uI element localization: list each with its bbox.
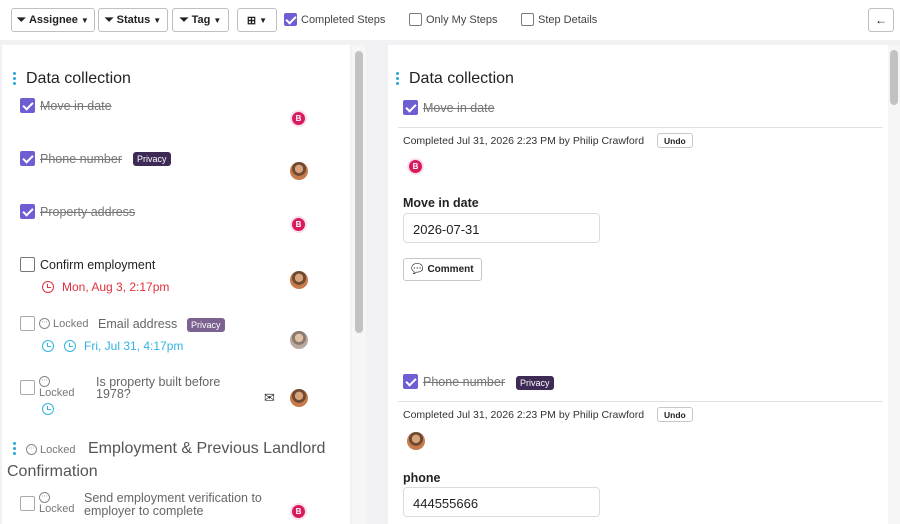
comment-label: Comment xyxy=(427,264,474,275)
alarm-clock-icon xyxy=(42,340,54,352)
divider xyxy=(398,401,883,402)
avatar xyxy=(290,389,308,407)
section-title: Data collection xyxy=(26,70,131,87)
step-checkbox-property-address[interactable] xyxy=(20,204,35,219)
only-my-steps-label[interactable]: Only My Steps xyxy=(426,14,498,26)
avatar: B xyxy=(407,158,424,175)
step-checkbox-send-verification[interactable] xyxy=(20,496,35,511)
lock-icon: ⋯ xyxy=(39,376,50,387)
step-label-email-address[interactable]: Email address xyxy=(98,317,177,331)
step-checkbox-phone-number[interactable] xyxy=(20,151,35,166)
lock-icon: ⋯ xyxy=(39,492,50,503)
step-list-panel: Data collection Move in date B Phone num… xyxy=(2,45,350,524)
step-checkbox-property-built-1978[interactable] xyxy=(20,380,35,395)
locked-label: Locked xyxy=(39,387,75,399)
section-title: Data collection xyxy=(409,70,514,87)
mail-gear-icon: ✉ xyxy=(264,390,275,405)
arrow-left-icon: ← xyxy=(875,13,887,27)
field-label-move-in-date: Move in date xyxy=(403,196,479,210)
only-my-steps-checkbox[interactable] xyxy=(409,13,422,26)
caret-down-icon: ▼ xyxy=(80,15,89,25)
left-scrollbar-thumb[interactable] xyxy=(355,51,363,333)
move-in-date-input[interactable]: 2026-07-31 xyxy=(403,213,600,243)
step-checkbox-email-address[interactable] xyxy=(20,316,35,331)
step-label-phone-number[interactable]: Phone number xyxy=(40,152,122,166)
step-label-move-in-date[interactable]: Move in date xyxy=(423,101,495,115)
status-filter-label: Status xyxy=(116,14,151,26)
comment-icon: 💬 xyxy=(411,264,424,275)
status-filter-button[interactable]: ⏷ Status ▼ xyxy=(98,8,168,32)
lock-icon: ⋯ xyxy=(26,444,37,455)
filter-toolbar: ⏷ Assignee ▼ ⏷ Status ▼ ⏷ Tag ▼ ⊞ ▼ Comp… xyxy=(0,0,900,40)
step-checkbox-move-in-date[interactable] xyxy=(403,100,418,115)
completed-steps-label[interactable]: Completed Steps xyxy=(301,14,385,26)
lock-icon: ⋯ xyxy=(39,318,50,329)
step-label-property-built-1978-line2[interactable]: 1978? xyxy=(96,387,131,401)
step-label-phone-number[interactable]: Phone number xyxy=(423,375,505,389)
group-title-line2: Confirmation xyxy=(7,463,98,480)
step-details-checkbox[interactable] xyxy=(521,13,534,26)
avatar xyxy=(290,331,308,349)
divider xyxy=(398,127,883,128)
privacy-badge: Privacy xyxy=(516,376,554,390)
filter-icon: ⏷ xyxy=(179,13,189,26)
completed-info: Completed Jul 31, 2026 2:23 PM by Philip… xyxy=(403,409,645,421)
drag-handle-icon[interactable] xyxy=(13,442,16,457)
avatar xyxy=(290,162,308,180)
right-scrollbar[interactable] xyxy=(888,45,900,524)
step-checkbox-move-in-date[interactable] xyxy=(20,98,35,113)
filter-icon: ⏷ xyxy=(104,13,114,26)
locked-label: Locked xyxy=(53,318,89,330)
tag-filter-label: Tag xyxy=(191,14,211,26)
phone-input[interactable]: 444555666 xyxy=(403,487,600,517)
completed-steps-checkbox[interactable] xyxy=(284,13,297,26)
locked-label: Locked xyxy=(39,503,75,515)
clock-icon xyxy=(64,340,76,352)
comment-button[interactable]: 💬 Comment xyxy=(403,258,482,281)
tag-filter-button[interactable]: ⏷ Tag ▼ xyxy=(172,8,229,32)
step-details-panel: Data collection Move in date Completed J… xyxy=(388,45,888,524)
field-label-phone: phone xyxy=(403,471,441,485)
clock-icon xyxy=(42,281,54,293)
filter-icon: ⏷ xyxy=(17,13,26,26)
assignee-filter-button[interactable]: ⏷ Assignee ▼ xyxy=(11,8,95,32)
workflow-page: ⏷ Assignee ▼ ⏷ Status ▼ ⏷ Tag ▼ ⊞ ▼ Comp… xyxy=(0,0,900,524)
avatar: B xyxy=(290,503,307,520)
step-label-send-verification-line2[interactable]: employer to complete xyxy=(84,504,204,518)
due-date: Fri, Jul 31, 4:17pm xyxy=(84,339,184,353)
avatar xyxy=(290,271,308,289)
due-date: Mon, Aug 3, 2:17pm xyxy=(62,280,170,294)
privacy-badge: Privacy xyxy=(187,318,225,332)
step-label-send-verification[interactable]: Send employment verification to xyxy=(84,491,262,505)
group-title: Employment & Previous Landlord xyxy=(88,440,326,457)
caret-down-icon: ▼ xyxy=(259,15,268,25)
drag-handle-icon[interactable] xyxy=(396,72,399,87)
step-checkbox-confirm-employment[interactable] xyxy=(20,257,35,272)
assignee-filter-label: Assignee xyxy=(28,14,78,26)
step-label-property-address[interactable]: Property address xyxy=(40,205,135,219)
layout-icon: ⊞ xyxy=(246,14,257,27)
locked-label: Locked xyxy=(40,444,76,456)
undo-button[interactable]: Undo xyxy=(657,407,693,422)
step-details-label[interactable]: Step Details xyxy=(538,14,597,26)
privacy-badge: Privacy xyxy=(133,152,171,166)
undo-button[interactable]: Undo xyxy=(657,133,693,148)
back-button[interactable]: ← xyxy=(868,8,894,32)
step-label-confirm-employment[interactable]: Confirm employment xyxy=(40,258,155,272)
avatar xyxy=(407,432,425,450)
avatar: B xyxy=(290,110,307,127)
completed-info: Completed Jul 31, 2026 2:23 PM by Philip… xyxy=(403,135,645,147)
caret-down-icon: ▼ xyxy=(213,15,222,25)
drag-handle-icon[interactable] xyxy=(13,72,16,87)
avatar: B xyxy=(290,216,307,233)
step-checkbox-phone-number[interactable] xyxy=(403,374,418,389)
step-label-move-in-date[interactable]: Move in date xyxy=(40,99,112,113)
caret-down-icon: ▼ xyxy=(153,15,162,25)
layout-toggle-button[interactable]: ⊞ ▼ xyxy=(237,8,277,32)
left-scrollbar[interactable] xyxy=(352,45,366,524)
alarm-clock-icon xyxy=(42,403,54,415)
right-scrollbar-thumb[interactable] xyxy=(890,50,898,105)
